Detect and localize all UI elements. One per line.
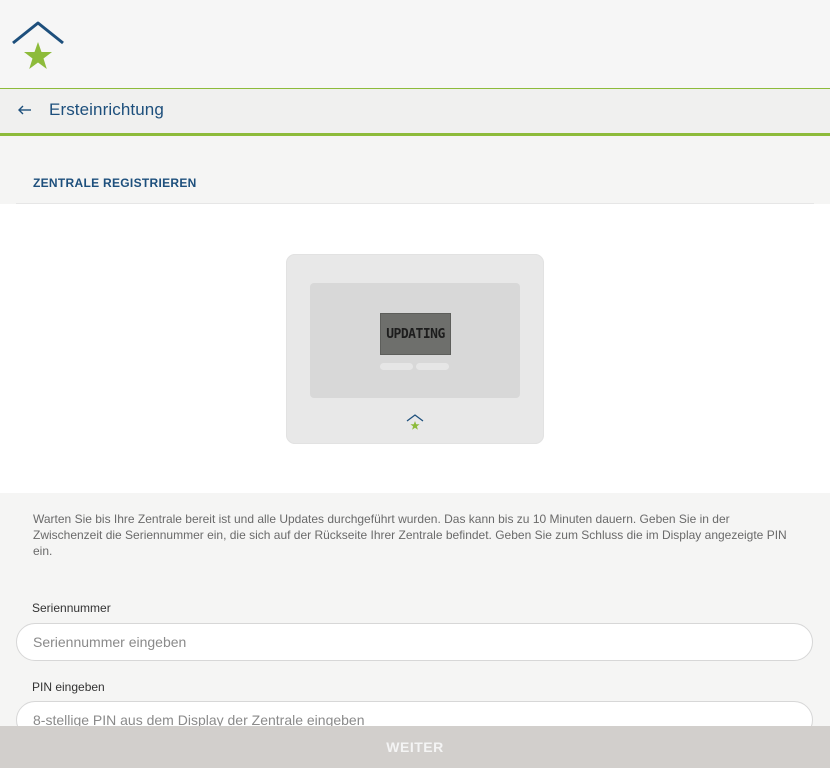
house-star-icon <box>406 414 424 430</box>
serial-label: Seriennummer <box>32 601 111 615</box>
page-title: Ersteinrichtung <box>49 100 164 119</box>
device-screen-frame: UPDATING <box>310 283 520 398</box>
nav-bar: Ersteinrichtung <box>0 89 830 136</box>
section-title: ZENTRALE REGISTRIEREN <box>33 176 197 190</box>
arrow-left-icon[interactable] <box>16 101 34 119</box>
house-star-logo-icon <box>12 21 64 69</box>
device-illustration-panel: UPDATING <box>0 204 830 493</box>
app-header <box>0 0 830 89</box>
device-illustration: UPDATING <box>286 254 544 444</box>
instructions-text: Warten Sie bis Ihre Zentrale bereit ist … <box>33 512 787 558</box>
continue-button[interactable]: WEITER <box>0 726 830 768</box>
device-button-left <box>380 363 413 370</box>
device-display: UPDATING <box>380 313 451 355</box>
device-button-right <box>416 363 449 370</box>
serial-number-input[interactable] <box>16 623 813 661</box>
pin-label: PIN eingeben <box>32 680 105 694</box>
